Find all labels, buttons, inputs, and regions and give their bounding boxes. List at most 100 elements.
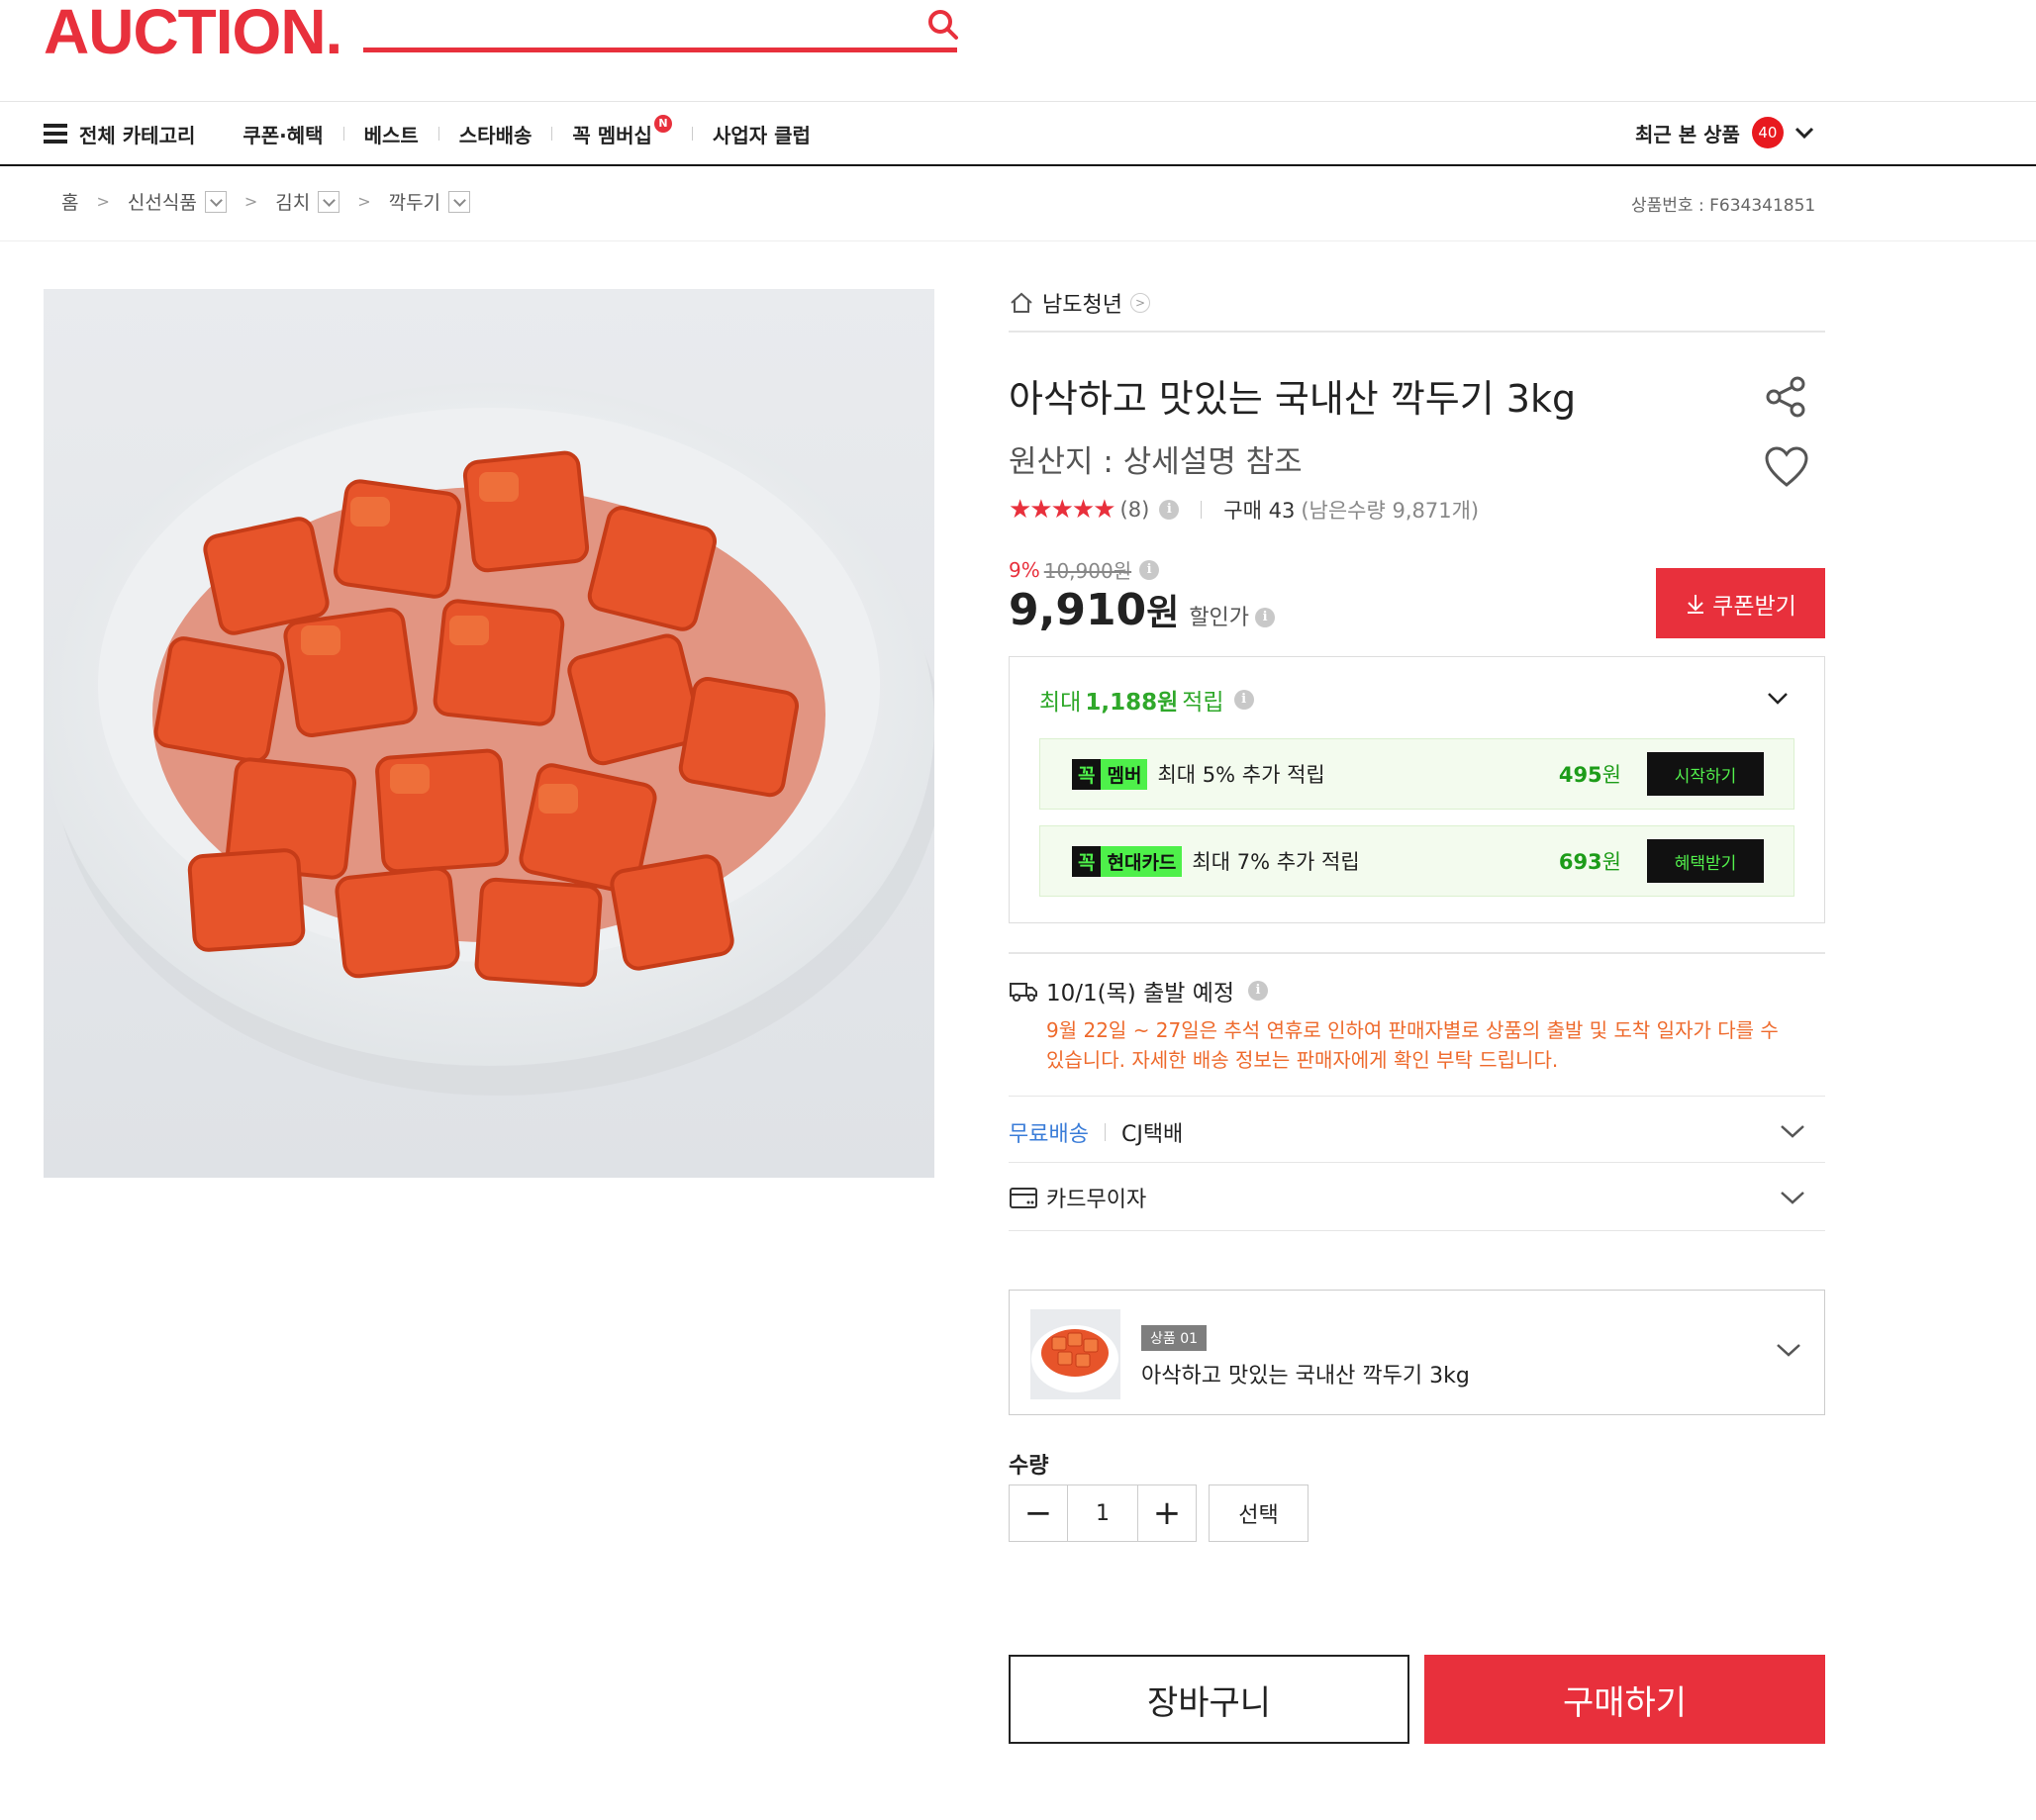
shipping-method[interactable]: 무료배송 CJ택배 [1009,1116,1183,1148]
price-label: 할인가 [1189,606,1250,630]
product-title: 아삭하고 맛있는 국내산 깍두기 3kg [1009,377,1577,421]
share-icon[interactable] [1764,374,1809,420]
seller-link[interactable]: 남도청년 > [1009,287,1150,319]
nav-item-star-delivery[interactable]: 스타배송 [459,120,533,148]
rating-row: ★★★★★ (8) i 구매 43 (남은수량 9,871개) [1009,495,1479,525]
heart-icon[interactable] [1764,445,1809,489]
stock-count: (남은수량 9,871개) [1301,499,1480,523]
tag-label: 멤버 [1101,758,1148,790]
divider [0,240,2036,241]
option-selector[interactable] [1009,1290,1825,1415]
reward-desc: 최대 7% 추가 적립 [1192,850,1360,874]
option-tag: 상품 01 [1141,1325,1208,1351]
departure-text: 10/1(목) 출발 예정 [1046,981,1235,1006]
quantity-label: 수량 [1009,1454,1049,1479]
divider [1201,501,1203,519]
nav-item-coupon[interactable]: 쿠폰·혜택 [242,120,323,148]
decrease-button[interactable]: − [1010,1485,1067,1541]
breadcrumb-home[interactable]: 홈 [61,188,78,215]
reward-title[interactable]: 최대 1,188원 적립 i [1039,683,1254,717]
buy-button[interactable]: 구매하기 [1424,1655,1825,1744]
rating-stars: ★★★★★ [1009,495,1116,525]
original-price: 10,900원 [1043,559,1132,583]
download-icon [1688,594,1704,614]
divider [691,127,693,141]
all-categories-label: 전체 카테고리 [79,123,196,147]
recent-products-button[interactable]: 최근 본 상품 40 [1635,117,1817,148]
divider [0,164,2036,166]
reward-amount: 1,188원 [1085,690,1179,716]
dropdown-toggle[interactable] [204,190,227,213]
card-installment-label: 카드무이자 [1046,1188,1147,1212]
recent-products-label: 최근 본 상품 [1635,122,1740,146]
shipping-departure: 10/1(목) 출발 예정 i [1009,974,1269,1007]
divider [1009,331,1825,333]
menu-icon [44,124,67,144]
divider [1009,1230,1825,1231]
carrier: CJ택배 [1120,1122,1184,1147]
product-image[interactable] [44,289,934,1178]
start-button[interactable]: 시작하기 [1647,752,1764,796]
seller-name: 남도청년 [1042,293,1122,318]
discount-rate: 9% [1009,557,1040,582]
quantity-input[interactable]: 1 [1067,1485,1138,1541]
discount-row: 9% 10,900원 i [1009,555,1160,584]
divider [1009,952,1825,954]
auction-logo[interactable]: AUCTION. [44,0,342,63]
select-button[interactable]: 선택 [1209,1485,1309,1542]
chevron-right-icon: > [243,192,258,211]
info-icon[interactable]: i [1233,690,1254,710]
nav-item-membership-label: 꼭 멤버십 [572,123,652,147]
option-thumbnail [1030,1309,1120,1399]
breadcrumb: 홈 > 신선식품 > 김치 > 깍두기 [61,188,471,215]
search-input[interactable] [363,48,957,52]
reward-prefix: 최대 [1039,690,1082,716]
tag-label: 현대카드 [1101,845,1183,877]
breadcrumb-level-1[interactable]: 신선식품 [128,188,197,215]
info-icon[interactable]: i [1159,500,1180,520]
chevron-right-icon: > [96,192,110,211]
chevron-down-icon[interactable] [1778,1119,1807,1143]
reward-value: 693 [1558,850,1602,874]
review-count[interactable]: (8) [1120,498,1150,522]
breadcrumb-level-3[interactable]: 깍두기 [389,188,440,215]
info-icon[interactable]: i [1139,559,1160,580]
divider [551,127,553,141]
benefit-button[interactable]: 혜택받기 [1647,839,1764,883]
chevron-down-icon[interactable] [1774,1338,1803,1362]
reward-amount: 693원 [1559,846,1621,876]
new-badge: N [653,115,672,133]
reward-amount: 495원 [1559,759,1621,789]
home-icon [1011,292,1032,313]
all-categories-button[interactable]: 전체 카테고리 [44,120,195,148]
dropdown-toggle[interactable] [448,190,471,213]
nav-item-membership[interactable]: 꼭 멤버십 N [572,115,672,148]
divider [0,101,2036,102]
chevron-down-icon[interactable] [1764,687,1792,711]
search-icon[interactable] [926,8,960,42]
info-icon[interactable]: i [1255,608,1276,627]
sale-price: 9,910 [1009,585,1147,635]
divider [1009,1162,1825,1163]
card-installment[interactable]: 카드무이자 [1009,1182,1146,1213]
increase-button[interactable]: + [1138,1485,1196,1541]
product-origin: 원산지 : 상세설명 참조 [1009,444,1303,480]
purchase-count: 구매 43 [1223,499,1296,523]
card-tag: 꼭 현대카드 [1072,845,1183,877]
chevron-down-icon[interactable] [1778,1186,1807,1209]
nav-item-best[interactable]: 베스트 [364,120,419,148]
product-number: 상품번호 : F634341851 [1631,196,1816,216]
divider [1104,1123,1106,1141]
card-icon [1010,1188,1037,1208]
tag-prefix: 꼭 [1072,845,1102,877]
free-shipping: 무료배송 [1009,1122,1089,1147]
info-icon[interactable]: i [1248,981,1269,1001]
cart-button[interactable]: 장바구니 [1009,1655,1409,1744]
member-tag: 꼭 멤버 [1072,758,1148,790]
nav-item-business-club[interactable]: 사업자 클럽 [713,120,811,148]
dropdown-toggle[interactable] [318,190,340,213]
divider [437,127,439,141]
coupon-button[interactable]: 쿠폰받기 [1656,568,1825,638]
holiday-notice: 9월 22일 ~ 27일은 추석 연휴로 인하여 판매자별로 상품의 출발 및 … [1046,1018,1779,1072]
breadcrumb-level-2[interactable]: 김치 [275,188,310,215]
